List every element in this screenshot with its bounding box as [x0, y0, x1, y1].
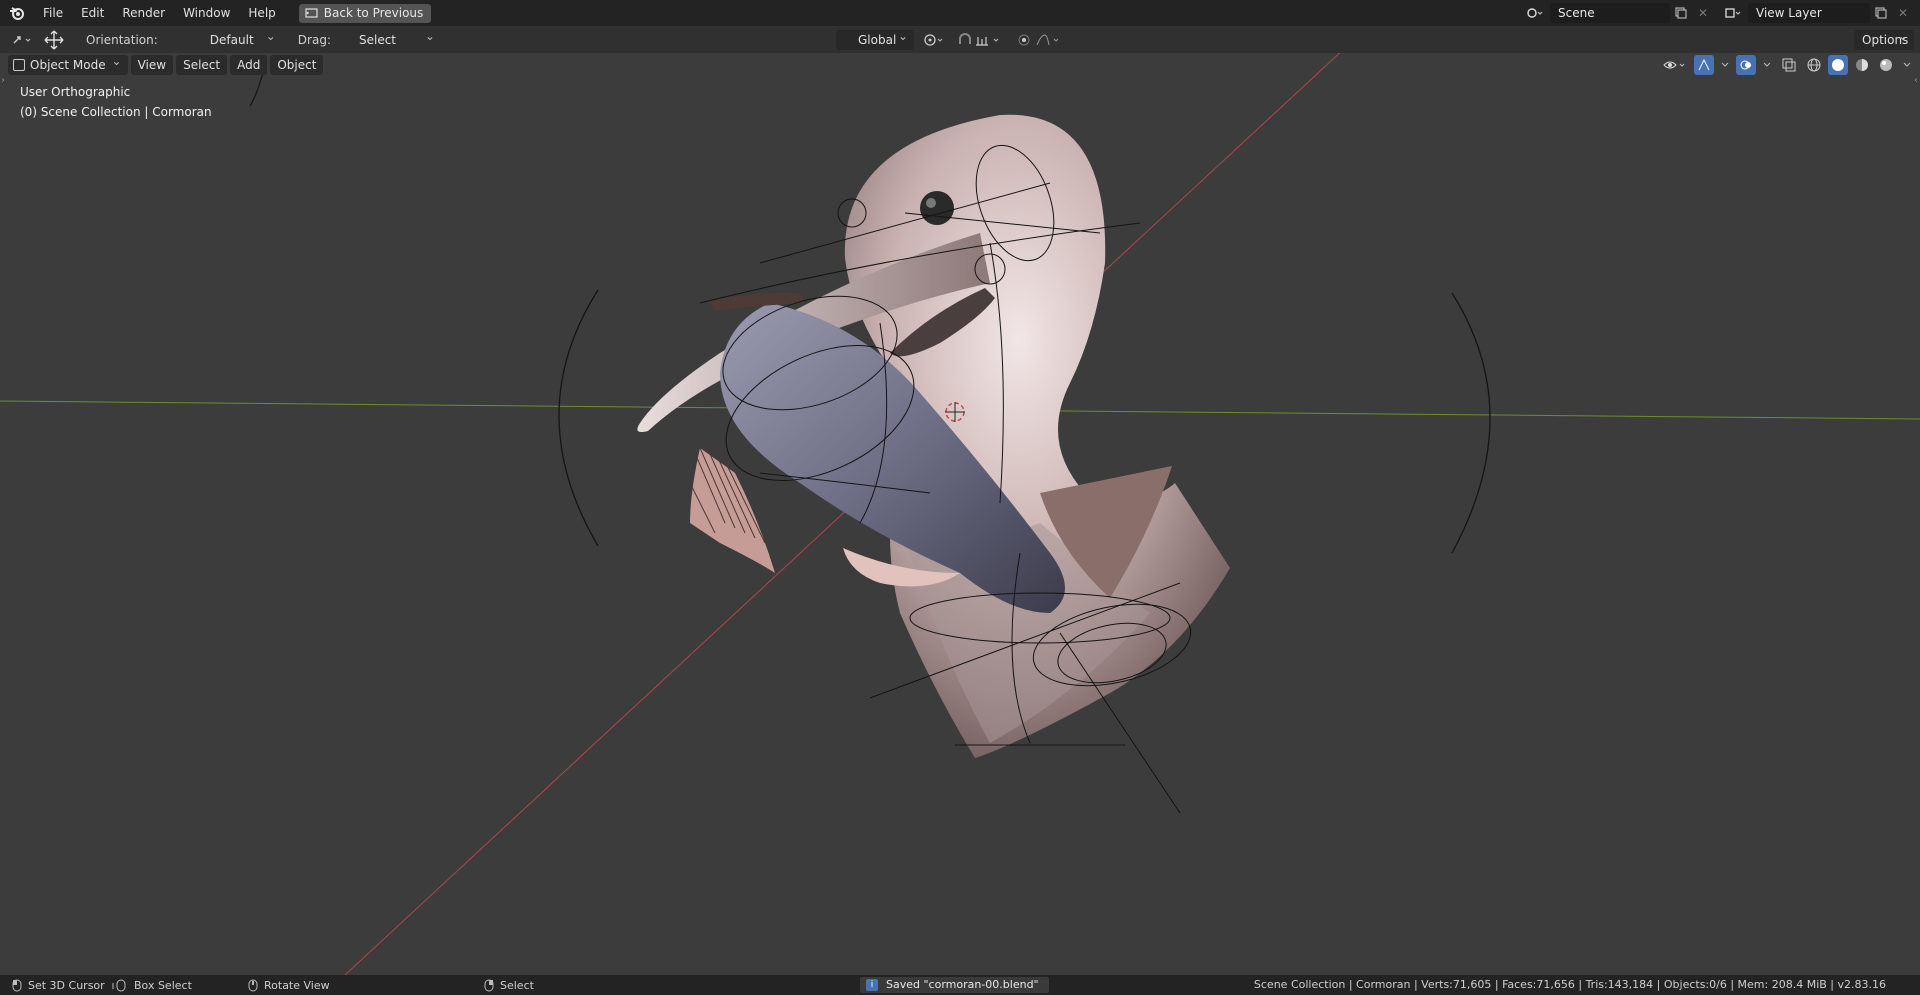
- scene-browse-icon[interactable]: [1524, 3, 1546, 23]
- options-dropdown[interactable]: Options: [1854, 26, 1914, 50]
- collection-info-label: (0) Scene Collection | Cormoran: [20, 105, 212, 119]
- viewport-menu-select[interactable]: Select: [176, 55, 228, 75]
- material-shading-icon[interactable]: [1852, 55, 1872, 75]
- new-scene-icon[interactable]: [1670, 3, 1692, 23]
- mouse-drag-icon: [112, 979, 126, 991]
- status-hint-select-label: Select: [500, 978, 534, 992]
- delete-scene-icon[interactable]: ✕: [1692, 3, 1714, 23]
- editor-type-icon[interactable]: [6, 30, 40, 50]
- status-hint-box-select-label: Box Select: [134, 978, 192, 992]
- right-panel-toggle-icon[interactable]: ‹: [1914, 75, 1918, 86]
- view-name-label: User Orthographic: [20, 85, 131, 99]
- viewport-shading-controls: [1660, 55, 1914, 75]
- gizmo-toggle-icon[interactable]: [1694, 55, 1714, 75]
- mouse-middle-icon: [248, 979, 258, 991]
- drag-label: Drag:: [297, 32, 331, 47]
- viewport-menu-object[interactable]: Object: [270, 55, 324, 75]
- mode-label: Object Mode: [30, 58, 106, 72]
- menu-edit[interactable]: Edit: [72, 0, 113, 26]
- view-layer-browse-icon[interactable]: [1722, 3, 1744, 23]
- status-bar: Set 3D Cursor Box Select Rotate View Sel…: [0, 975, 1920, 995]
- drag-dropdown[interactable]: Select Box: [351, 26, 441, 67]
- info-icon: i: [866, 979, 878, 991]
- gizmo-dropdown-icon[interactable]: [1718, 55, 1732, 75]
- mouse-right-icon: [484, 979, 494, 991]
- move-tool-icon[interactable]: [40, 30, 68, 50]
- status-hint-cursor: Set 3D Cursor: [12, 979, 105, 992]
- scene-selector: Scene ✕: [1524, 3, 1714, 23]
- status-hint-cursor-label: Set 3D Cursor: [28, 978, 105, 992]
- fish-tail: [690, 448, 775, 573]
- viewport-menu-add[interactable]: Add: [230, 55, 268, 75]
- transform-orientation-value: Global: [858, 32, 897, 47]
- bird-eye: [920, 191, 954, 225]
- proportional-editing-icon[interactable]: [1014, 30, 1034, 50]
- right-arc-gizmo: [1451, 292, 1491, 554]
- options-label: Options: [1862, 32, 1909, 47]
- orientation-value: Default: [209, 32, 254, 47]
- new-view-layer-icon[interactable]: [1870, 3, 1892, 23]
- mouse-left-icon: [12, 979, 22, 991]
- xray-toggle-icon[interactable]: [1778, 55, 1800, 75]
- orientation-label: Orientation:: [86, 32, 158, 47]
- tool-settings-bar: Orientation: Default Drag: Select Box Gl…: [0, 26, 1920, 67]
- screen-icon: [305, 7, 318, 18]
- menu-file[interactable]: File: [34, 0, 72, 26]
- mode-dropdown[interactable]: Object Mode: [8, 53, 128, 75]
- viewport-canvas[interactable]: [0, 53, 1920, 975]
- transform-orientation-dropdown[interactable]: Global: [836, 26, 914, 50]
- view-layer-selector: View Layer ✕: [1722, 3, 1914, 23]
- visibility-icon[interactable]: [1660, 55, 1690, 75]
- saved-message-label: Saved "cormoran-00.blend": [886, 978, 1039, 991]
- scene-statistics: Scene Collection | Cormoran | Verts:71,6…: [1253, 978, 1886, 991]
- overlays-dropdown-icon[interactable]: [1760, 55, 1774, 75]
- status-hint-rotate: Rotate View: [248, 979, 330, 992]
- 3d-viewport[interactable]: Object Mode View Select Add Object: [0, 53, 1920, 975]
- status-hint-box-select: Box Select: [112, 979, 192, 992]
- status-hint-select: Select: [484, 979, 534, 992]
- fish-top-fin: [710, 292, 805, 311]
- wireframe-shading-icon[interactable]: [1804, 55, 1824, 75]
- left-arc-gizmo: [558, 289, 599, 547]
- snapping-icon[interactable]: [956, 30, 1010, 50]
- scene-name-field[interactable]: Scene: [1550, 3, 1670, 23]
- menu-window[interactable]: Window: [174, 0, 239, 26]
- menu-render[interactable]: Render: [113, 0, 174, 26]
- back-to-previous-label: Back to Previous: [323, 6, 424, 20]
- viewport-header: Object Mode View Select Add Object: [8, 53, 324, 77]
- back-to-previous-button[interactable]: Back to Previous: [298, 3, 432, 23]
- top-menu-bar: File Edit Render Window Help Back to Pre…: [0, 0, 1920, 26]
- viewport-menu-view[interactable]: View: [130, 55, 174, 75]
- solid-shading-icon[interactable]: [1828, 55, 1848, 75]
- orientation-dropdown[interactable]: Default: [186, 26, 282, 50]
- blender-logo-icon[interactable]: [0, 0, 34, 26]
- menu-help[interactable]: Help: [239, 0, 284, 26]
- view-layer-field[interactable]: View Layer: [1748, 3, 1870, 23]
- pivot-point-icon[interactable]: [920, 30, 950, 50]
- status-hint-rotate-label: Rotate View: [264, 978, 330, 992]
- delete-view-layer-icon[interactable]: ✕: [1892, 3, 1914, 23]
- overlays-toggle-icon[interactable]: [1736, 55, 1756, 75]
- left-panel-toggle-icon[interactable]: ›: [1, 75, 5, 86]
- rendered-shading-icon[interactable]: [1876, 55, 1896, 75]
- object-mode-icon: [13, 59, 25, 71]
- saved-notification[interactable]: i Saved "cormoran-00.blend": [860, 977, 1049, 993]
- shading-dropdown-icon[interactable]: [1900, 55, 1914, 75]
- falloff-icon[interactable]: [1034, 30, 1064, 50]
